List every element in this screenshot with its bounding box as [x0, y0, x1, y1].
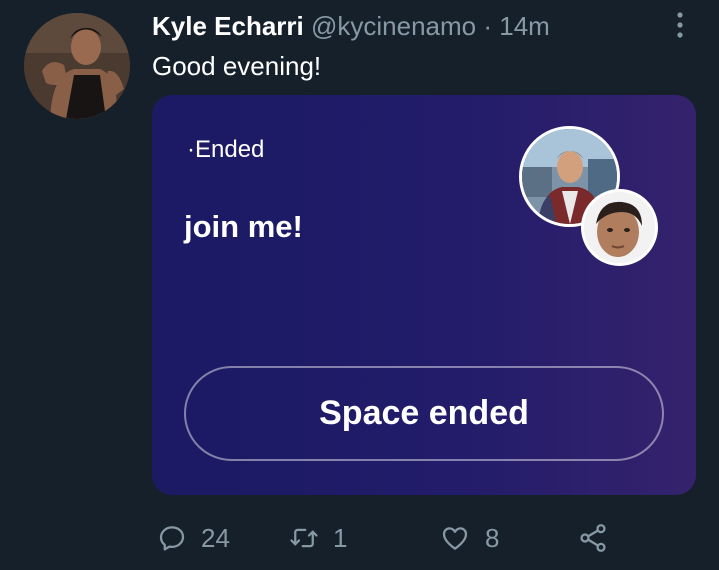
reply-button[interactable]: 24: [157, 518, 230, 558]
space-ended-button-label: Space ended: [319, 394, 529, 432]
retweet-button[interactable]: 1: [289, 518, 347, 558]
share-icon: [580, 524, 606, 552]
more-button[interactable]: [670, 10, 690, 40]
host-avatar-2[interactable]: [581, 189, 658, 266]
user-handle[interactable]: @kycinenamo: [311, 11, 476, 41]
space-status-label: Ended: [195, 136, 265, 163]
display-name[interactable]: Kyle Echarri: [152, 11, 304, 41]
header-separator: ·: [483, 11, 493, 41]
author-avatar[interactable]: [24, 13, 130, 119]
like-count: 8: [485, 522, 500, 553]
tweet-header: Kyle Echarri @kycinenamo · 14m: [152, 10, 550, 42]
space-card[interactable]: ·Ended join me! Space ended: [152, 95, 696, 495]
like-button[interactable]: 8: [439, 518, 499, 558]
space-ended-button[interactable]: Space ended: [184, 366, 664, 461]
space-status: ·Ended: [187, 135, 264, 165]
tweet-timestamp[interactable]: 14m: [499, 11, 550, 41]
author-avatar-image: [24, 13, 130, 119]
tweet[interactable]: Kyle Echarri @kycinenamo · 14m Good even…: [0, 0, 719, 570]
share-button[interactable]: [577, 518, 609, 558]
reply-count: 24: [201, 522, 230, 553]
retweet-icon: [290, 528, 318, 548]
space-status-dot: ·: [187, 136, 195, 163]
retweet-count: 1: [333, 522, 348, 553]
space-title: join me!: [184, 209, 303, 244]
reply-icon: [159, 526, 185, 551]
tweet-actions: 24 1 8: [152, 518, 632, 558]
more-vertical-icon: [677, 12, 683, 38]
tweet-text: Good evening!: [152, 51, 322, 81]
host-avatar-2-image: [584, 192, 655, 263]
heart-icon: [442, 527, 468, 550]
